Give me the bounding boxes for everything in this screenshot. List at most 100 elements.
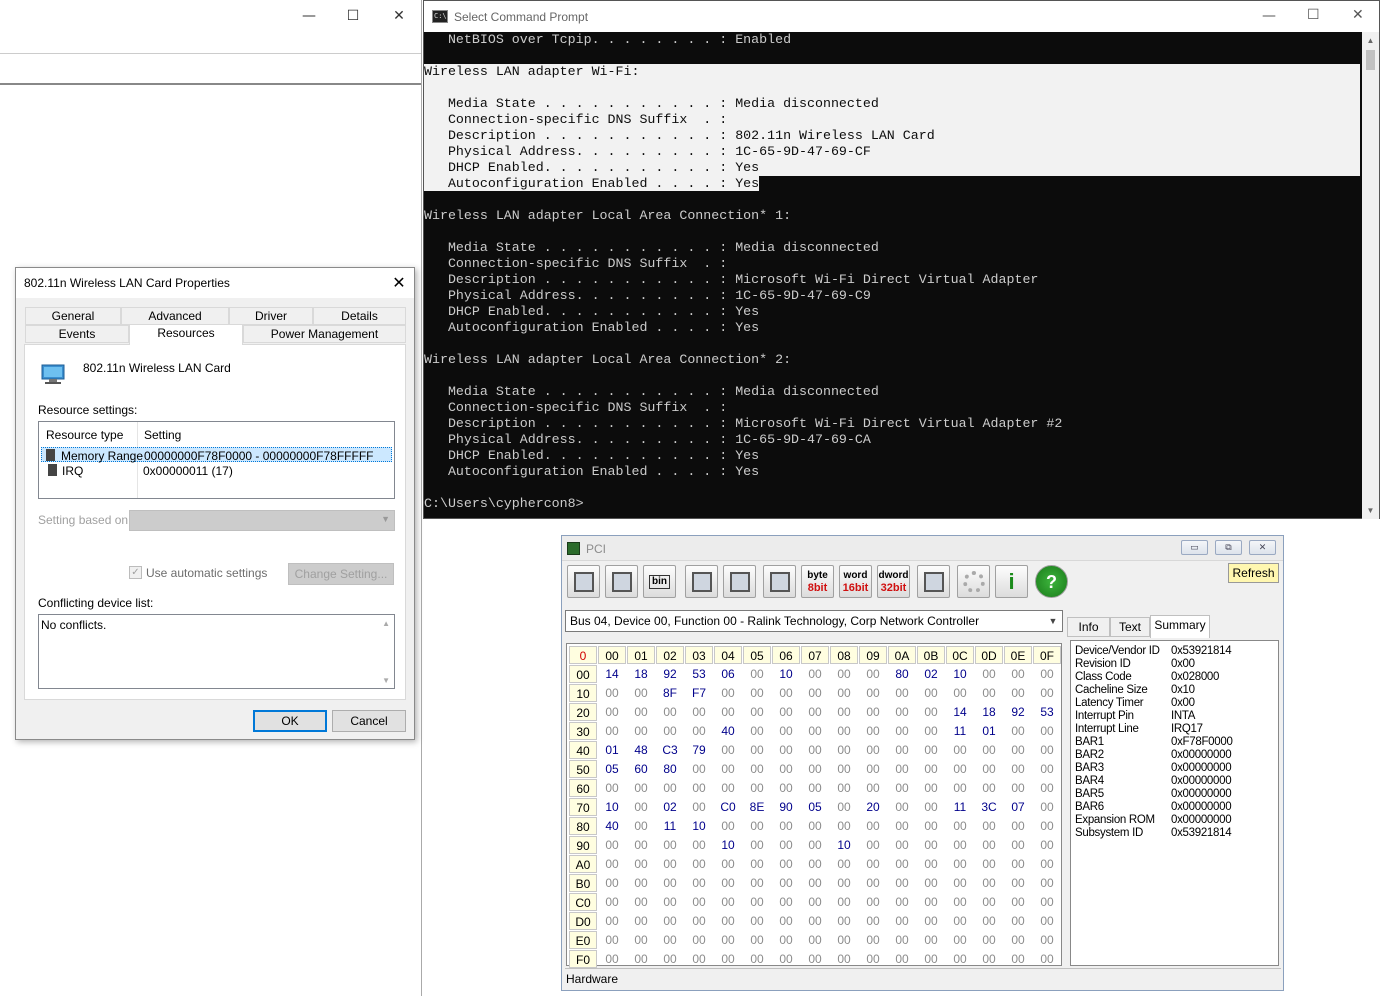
hex-cell[interactable]: 00 (627, 855, 655, 873)
hex-cell[interactable]: 00 (888, 760, 916, 778)
hex-cell[interactable]: 00 (772, 874, 800, 892)
hex-cell[interactable]: 00 (946, 741, 974, 759)
word-16bit-icon[interactable]: word 16bit (839, 565, 872, 598)
hex-cell[interactable]: 00 (598, 703, 626, 721)
hex-cell[interactable]: 07 (1004, 798, 1032, 816)
hex-cell[interactable]: 00 (743, 722, 771, 740)
hex-cell[interactable]: 00 (859, 950, 887, 968)
hex-cell[interactable]: 00 (801, 855, 829, 873)
hex-cell[interactable]: 00 (772, 703, 800, 721)
hex-cell[interactable]: 00 (859, 912, 887, 930)
hex-cell[interactable]: 14 (598, 665, 626, 683)
hex-cell[interactable]: 00 (627, 874, 655, 892)
hex-cell[interactable]: 00 (859, 665, 887, 683)
hex-cell[interactable]: 00 (1004, 760, 1032, 778)
hex-cell[interactable]: 8F (656, 684, 684, 702)
hex-cell[interactable]: 00 (830, 950, 858, 968)
hex-cell[interactable]: 00 (656, 722, 684, 740)
hex-cell[interactable]: 00 (1033, 741, 1061, 759)
hex-cell[interactable]: 00 (859, 741, 887, 759)
hex-cell[interactable]: 00 (859, 817, 887, 835)
cancel-button[interactable]: Cancel (332, 710, 406, 732)
hex-cell[interactable]: 00 (1004, 817, 1032, 835)
hex-cell[interactable]: 00 (975, 893, 1003, 911)
hex-cell[interactable]: 00 (627, 931, 655, 949)
hex-cell[interactable]: 00 (917, 703, 945, 721)
hex-cell[interactable]: 18 (627, 665, 655, 683)
hex-cell[interactable]: 00 (917, 912, 945, 930)
hex-cell[interactable]: 00 (1033, 684, 1061, 702)
refresh-button[interactable]: Refresh (1228, 563, 1279, 583)
hex-cell[interactable]: 00 (627, 722, 655, 740)
scroll-up-icon[interactable]: ▲ (382, 619, 390, 628)
hex-cell[interactable]: 00 (859, 836, 887, 854)
hex-cell[interactable]: 20 (859, 798, 887, 816)
hex-cell[interactable]: 00 (627, 836, 655, 854)
hex-cell[interactable]: 00 (1033, 855, 1061, 873)
hex-cell[interactable]: 00 (917, 874, 945, 892)
hex-cell[interactable]: 00 (1033, 893, 1061, 911)
hex-cell[interactable]: 00 (627, 798, 655, 816)
hex-cell[interactable]: 00 (1004, 874, 1032, 892)
tab-details[interactable]: Details (313, 307, 406, 325)
hex-cell[interactable]: 02 (917, 665, 945, 683)
hex-cell[interactable]: 00 (772, 684, 800, 702)
bin-icon[interactable]: bin (643, 565, 676, 598)
hex-cell[interactable]: 00 (975, 950, 1003, 968)
hex-cell[interactable]: 00 (830, 874, 858, 892)
hex-cell[interactable]: F7 (685, 684, 713, 702)
hex-cell[interactable]: 00 (598, 912, 626, 930)
chevron-down-icon[interactable]: ▼ (1044, 611, 1062, 631)
hex-cell[interactable]: 00 (946, 836, 974, 854)
hex-cell[interactable]: 00 (685, 779, 713, 797)
hex-cell[interactable]: 00 (1033, 817, 1061, 835)
hex-cell[interactable]: 00 (685, 722, 713, 740)
hex-cell[interactable]: 00 (772, 722, 800, 740)
hex-cell[interactable]: 48 (627, 741, 655, 759)
hex-cell[interactable]: 00 (685, 855, 713, 873)
hex-cell[interactable]: 00 (743, 855, 771, 873)
hex-cell[interactable]: 00 (772, 779, 800, 797)
close-icon[interactable]: ✕ (384, 268, 414, 298)
hex-cell[interactable]: 00 (627, 912, 655, 930)
hex-cell[interactable]: 92 (656, 665, 684, 683)
hex-cell[interactable]: 00 (801, 893, 829, 911)
tab-power-management[interactable]: Power Management (243, 325, 406, 343)
hex-cell[interactable]: 00 (830, 893, 858, 911)
hex-cell[interactable]: 00 (975, 855, 1003, 873)
table-row[interactable]: Memory Range 00000000F78F0000 - 00000000… (41, 447, 392, 463)
hex-cell[interactable]: 00 (975, 931, 1003, 949)
hex-cell[interactable]: 00 (743, 779, 771, 797)
scroll-down-icon[interactable]: ▼ (382, 676, 390, 685)
hex-cell[interactable]: 00 (801, 931, 829, 949)
hex-cell[interactable]: 10 (598, 798, 626, 816)
hex-cell[interactable]: 00 (917, 855, 945, 873)
hex-cell[interactable]: 00 (801, 703, 829, 721)
hex-cell[interactable]: 00 (714, 912, 742, 930)
hex-cell[interactable]: 00 (888, 912, 916, 930)
hex-cell[interactable]: 00 (656, 950, 684, 968)
hex-cell[interactable]: 01 (975, 722, 1003, 740)
hex-cell[interactable]: 00 (656, 703, 684, 721)
hex-cell[interactable]: 00 (888, 741, 916, 759)
hex-cell[interactable]: 00 (975, 760, 1003, 778)
hex-cell[interactable]: 00 (830, 684, 858, 702)
setting-based-on-select[interactable]: ▼ (129, 510, 395, 531)
hex-cell[interactable]: 00 (598, 855, 626, 873)
hex-cell[interactable]: 05 (801, 798, 829, 816)
hex-cell[interactable]: 00 (714, 779, 742, 797)
hex-cell[interactable]: 06 (714, 665, 742, 683)
tab-events[interactable]: Events (25, 325, 129, 343)
hex-cell[interactable]: 00 (656, 779, 684, 797)
hex-cell[interactable]: 00 (917, 760, 945, 778)
hex-cell[interactable]: 00 (859, 703, 887, 721)
hex-cell[interactable]: 00 (743, 760, 771, 778)
hex-cell[interactable]: 00 (627, 893, 655, 911)
save-icon[interactable] (567, 565, 600, 598)
hex-cell[interactable]: 00 (1004, 931, 1032, 949)
hex-cell[interactable]: 79 (685, 741, 713, 759)
hex-cell[interactable]: 00 (859, 722, 887, 740)
hex-cell[interactable]: 00 (975, 741, 1003, 759)
hex-cell[interactable]: 00 (1033, 874, 1061, 892)
hex-cell[interactable]: 00 (656, 931, 684, 949)
